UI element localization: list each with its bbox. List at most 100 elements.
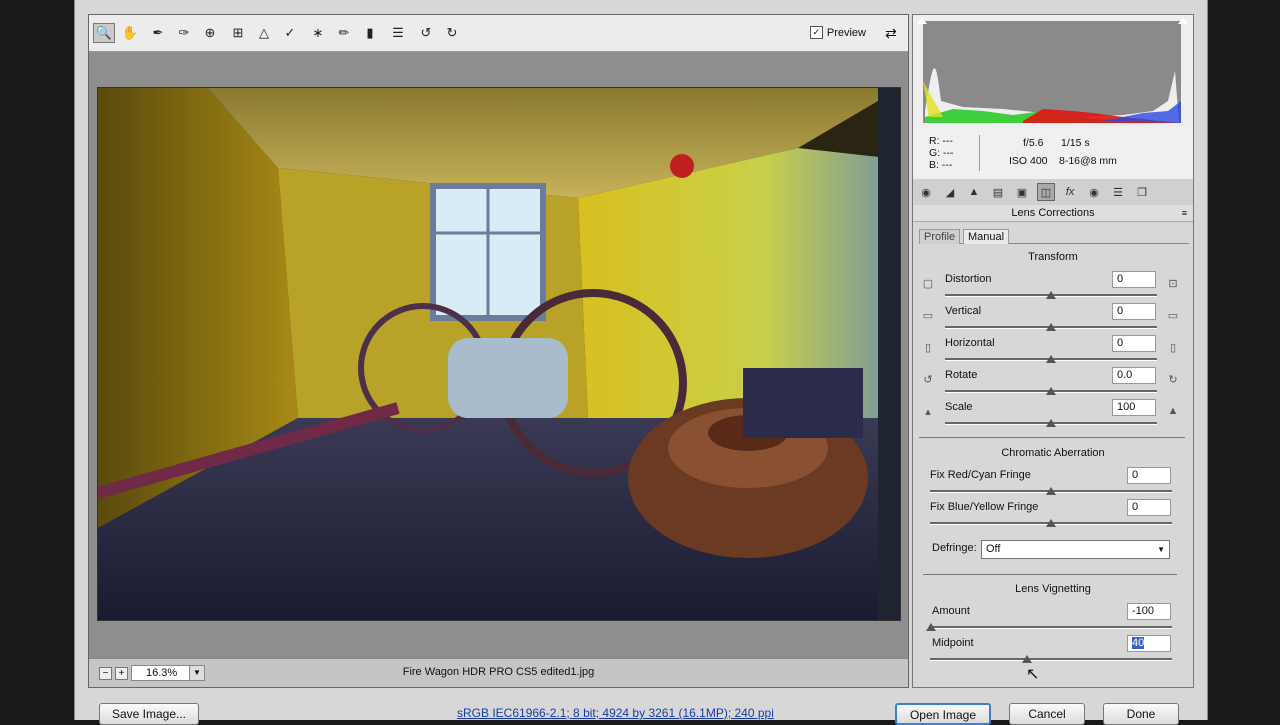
cancel-button[interactable]: Cancel	[1009, 703, 1085, 725]
highlight-clipping-icon[interactable]	[1178, 17, 1188, 24]
horizontal-field[interactable]: 0	[1112, 335, 1156, 352]
tab-profile[interactable]: Profile	[919, 229, 961, 244]
graduated-filter-icon[interactable]: ▮	[359, 23, 381, 43]
spot-removal-icon[interactable]: ✓	[279, 23, 301, 43]
distortion-thumb[interactable]	[1046, 291, 1056, 299]
amount-label: Amount	[932, 605, 970, 617]
transform-heading: Transform	[1028, 251, 1078, 263]
vignetting-heading: Lens Vignetting	[1015, 583, 1091, 595]
midpoint-slider[interactable]	[930, 658, 1172, 661]
preview-toggle[interactable]: ✓ Preview	[809, 26, 866, 39]
chevron-down-icon: ▼	[1157, 545, 1165, 554]
horizontal-right-icon: ▯	[1169, 341, 1177, 354]
horizontal-label: Horizontal	[945, 337, 995, 349]
panel-menu-icon[interactable]: ≡	[1182, 205, 1187, 221]
rotate-left-icon[interactable]: ↺	[415, 23, 437, 43]
midpoint-label: Midpoint	[932, 637, 974, 649]
horizontal-thumb[interactable]	[1046, 355, 1056, 363]
amount-field[interactable]: -100	[1127, 603, 1171, 620]
image-pane: 🔍 ✋ ✒ ✑ ⊕ ⊞ △ ✓ ∗ ✏ ▮ ☰ ↺ ↻ ✓ Preview ⇄	[88, 14, 909, 688]
amount-thumb[interactable]	[926, 623, 936, 631]
g-label: G:	[929, 147, 941, 159]
vertical-thumb[interactable]	[1046, 323, 1056, 331]
split-toning-tab-icon[interactable]: ▣	[1013, 183, 1031, 201]
lens-corrections-tab-icon[interactable]: ◫	[1037, 183, 1055, 201]
effects-tab-icon[interactable]: fx	[1061, 183, 1079, 201]
scale-label: Scale	[945, 401, 973, 413]
red-eye-icon[interactable]: ∗	[307, 23, 329, 43]
blue-yellow-thumb[interactable]	[1046, 519, 1056, 527]
defringe-label: Defringe:	[932, 542, 977, 554]
rotate-label: Rotate	[945, 369, 978, 381]
white-balance-icon[interactable]: ✒	[147, 23, 169, 43]
toolbar: 🔍 ✋ ✒ ✑ ⊕ ⊞ △ ✓ ∗ ✏ ▮ ☰ ↺ ↻ ✓ Preview ⇄	[89, 15, 908, 52]
b-label: B:	[929, 159, 939, 171]
camera-calibration-tab-icon[interactable]: ◉	[1085, 183, 1103, 201]
chromatic-heading: Chromatic Aberration	[1001, 447, 1105, 459]
shutter-speed: 1/15 s	[1061, 137, 1090, 149]
shadow-clipping-icon[interactable]	[917, 17, 927, 24]
vertical-field[interactable]: 0	[1112, 303, 1156, 320]
distortion-barrel-icon: ▢	[922, 277, 934, 290]
tone-curve-tab-icon[interactable]: ◢	[941, 183, 959, 201]
blue-yellow-field[interactable]: 0	[1127, 499, 1171, 516]
open-image-button[interactable]: Open Image	[895, 703, 991, 725]
preview-label: Preview	[826, 26, 866, 39]
scale-thumb[interactable]	[1046, 419, 1056, 427]
status-bar: − + 16.3% ▼ Fire Wagon HDR PRO CS5 edite…	[89, 658, 908, 687]
detail-tab-icon[interactable]: ▲	[965, 183, 983, 201]
presets-tab-icon[interactable]: ☰	[1109, 183, 1127, 201]
filename-label: Fire Wagon HDR PRO CS5 edited1.jpg	[402, 666, 595, 678]
defringe-value: Off	[986, 543, 1001, 555]
crop-icon[interactable]: ⊞	[227, 23, 249, 43]
rotate-right-icon[interactable]: ↻	[441, 23, 463, 43]
distortion-field[interactable]: 0	[1112, 271, 1156, 288]
preferences-icon[interactable]: ☰	[387, 23, 409, 43]
hsl-tab-icon[interactable]: ▤	[989, 183, 1007, 201]
scale-field[interactable]: 100	[1112, 399, 1156, 416]
midpoint-field[interactable]: 40	[1127, 635, 1171, 652]
tab-manual[interactable]: Manual	[963, 229, 1010, 244]
rotate-field[interactable]: 0.0	[1112, 367, 1156, 384]
save-image-button[interactable]: Save Image...	[99, 703, 199, 725]
lens-info: 8-16@8 mm	[1059, 155, 1117, 167]
scale-large-icon: ▲	[1167, 405, 1179, 417]
adjustments-pane: R: --- G: --- B: --- f/5.6 1/15 s ISO 40…	[912, 14, 1194, 688]
red-cyan-field[interactable]: 0	[1127, 467, 1171, 484]
r-label: R:	[929, 135, 940, 147]
histogram-graph	[923, 21, 1181, 123]
workflow-options-link[interactable]: sRGB IEC61966-2.1; 8 bit; 4924 by 3261 (…	[457, 706, 774, 720]
straighten-icon[interactable]: △	[253, 23, 275, 43]
defringe-select[interactable]: Off ▼	[981, 540, 1170, 559]
vertical-right-icon: ▭	[1167, 309, 1179, 322]
amount-slider[interactable]	[930, 626, 1172, 629]
hand-icon[interactable]: ✋	[119, 23, 141, 43]
b-value: ---	[941, 159, 953, 171]
scale-small-icon: ▴	[925, 405, 931, 418]
horizontal-left-icon: ▯	[924, 341, 932, 354]
zoom-icon[interactable]: 🔍	[93, 23, 115, 43]
image-preview[interactable]	[97, 87, 901, 621]
divider	[923, 574, 1177, 575]
rotate-ccw-icon: ↺	[923, 373, 933, 386]
snapshots-tab-icon[interactable]: ❐	[1133, 183, 1151, 201]
color-sampler-icon[interactable]: ✑	[173, 23, 195, 43]
red-cyan-thumb[interactable]	[1046, 487, 1056, 495]
iso: ISO 400	[1009, 155, 1048, 167]
red-cyan-label: Fix Red/Cyan Fringe	[930, 469, 1031, 481]
fullscreen-icon[interactable]: ⇄	[880, 23, 902, 43]
camera-info: R: --- G: --- B: --- f/5.6 1/15 s ISO 40…	[913, 127, 1193, 180]
camera-raw-dialog: 🔍 ✋ ✒ ✑ ⊕ ⊞ △ ✓ ∗ ✏ ▮ ☰ ↺ ↻ ✓ Preview ⇄	[74, 0, 1208, 725]
aperture: f/5.6	[1023, 137, 1044, 149]
vertical-left-icon: ▭	[922, 309, 934, 322]
basic-tab-icon[interactable]: ◉	[917, 183, 935, 201]
midpoint-thumb[interactable]	[1022, 655, 1032, 663]
rotate-thumb[interactable]	[1046, 387, 1056, 395]
distortion-pincushion-icon: ⊡	[1168, 277, 1178, 290]
targeted-adjustment-icon[interactable]: ⊕	[199, 23, 221, 43]
photo-image	[98, 88, 900, 620]
adjustment-brush-icon[interactable]: ✏	[333, 23, 355, 43]
r-value: ---	[942, 135, 953, 147]
preview-checkbox[interactable]: ✓	[809, 26, 823, 39]
done-button[interactable]: Done	[1103, 703, 1179, 725]
